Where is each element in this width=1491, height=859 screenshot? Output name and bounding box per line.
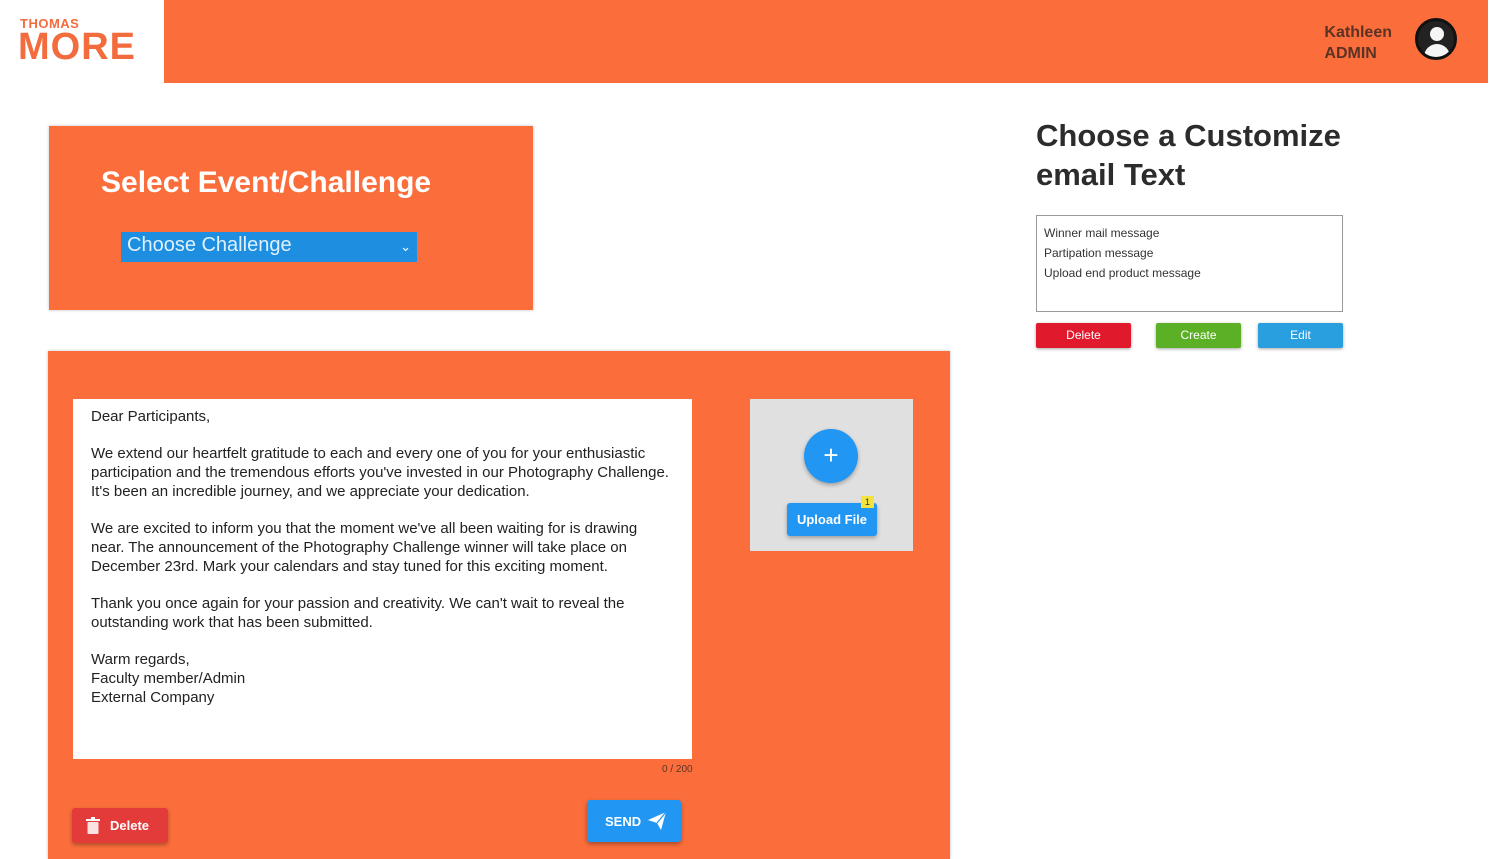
template-delete-button[interactable]: Delete (1036, 323, 1131, 348)
email-signature-line: Faculty member/Admin (91, 670, 246, 687)
email-paragraph: We are excited to inform you that the mo… (91, 520, 638, 575)
challenge-dropdown[interactable]: Choose Challenge ⌄ (121, 232, 417, 262)
email-textarea[interactable]: Dear Participants, We extend our heartfe… (73, 399, 692, 759)
chevron-down-icon: ⌄ (400, 239, 411, 254)
email-paragraph: Thank you once again for your passion an… (91, 595, 625, 631)
logo[interactable]: THOMAS MORE (0, 0, 160, 82)
templates-title: Choose a Customize email Text (1036, 118, 1341, 192)
character-counter: 0 / 200 (662, 764, 693, 775)
send-icon (648, 811, 667, 830)
template-item[interactable]: Partipation message (1044, 243, 1335, 263)
select-event-title: Select Event/Challenge (101, 166, 432, 199)
template-item[interactable]: Upload end product message (1044, 263, 1335, 283)
user-role: ADMIN (1324, 45, 1377, 62)
template-list[interactable]: Winner mail message Partipation message … (1036, 215, 1343, 312)
avatar-icon[interactable] (1415, 18, 1457, 60)
user-info: Kathleen ADMIN (1324, 22, 1392, 64)
trash-icon (86, 817, 100, 834)
email-signature-line: External Company (91, 689, 215, 706)
logo-line2: MORE (18, 26, 136, 68)
dropdown-value: Choose Challenge (127, 234, 292, 256)
email-paragraph: We extend our heartfelt gratitude to eac… (91, 445, 669, 500)
template-create-button[interactable]: Create (1156, 323, 1241, 348)
user-name: Kathleen (1324, 24, 1392, 41)
send-label: SEND (605, 814, 642, 829)
select-event-panel: Select Event/Challenge Choose Challenge … (49, 126, 533, 310)
upload-card: + Upload File 1 (750, 399, 913, 551)
top-bar: Kathleen ADMIN (164, 0, 1488, 83)
send-button[interactable]: SEND (587, 800, 681, 842)
delete-label: Delete (110, 818, 150, 833)
page: THOMAS MORE Kathleen ADMIN Select Event/… (0, 0, 1491, 859)
email-closing: Warm regards, (91, 651, 190, 668)
upload-count-badge: 1 (861, 496, 874, 508)
template-edit-button[interactable]: Edit (1258, 323, 1343, 348)
email-greeting: Dear Participants, (91, 408, 211, 425)
delete-email-button[interactable]: Delete (72, 808, 168, 843)
add-file-button[interactable]: + (804, 429, 858, 483)
email-compose-panel: Dear Participants, We extend our heartfe… (48, 351, 950, 859)
template-item[interactable]: Winner mail message (1044, 223, 1335, 243)
